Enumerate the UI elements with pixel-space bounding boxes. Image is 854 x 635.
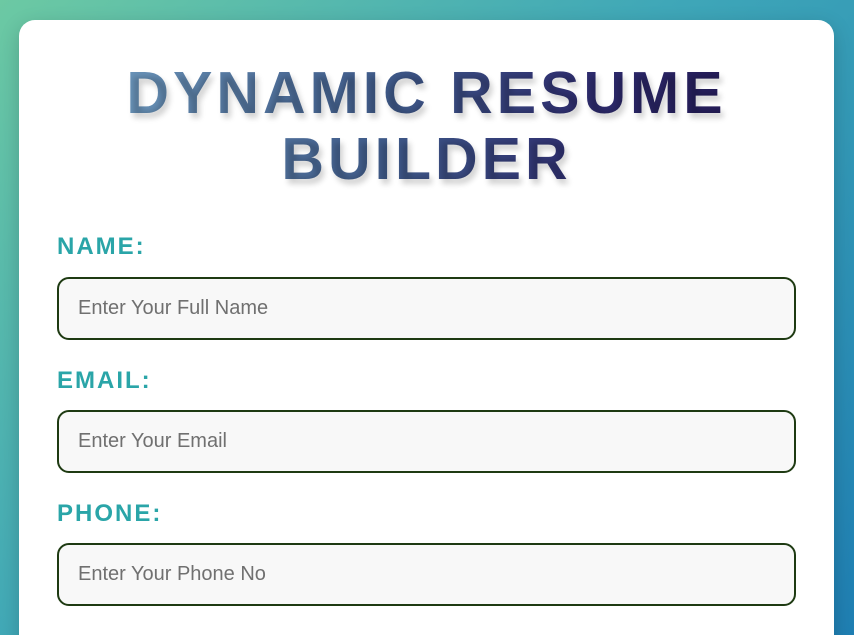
resume-form-card: DYNAMIC RESUME BUILDER NAME: EMAIL: PHON… xyxy=(19,20,834,635)
email-label: EMAIL: xyxy=(57,367,152,394)
phone-input[interactable] xyxy=(57,543,796,606)
name-input[interactable] xyxy=(57,277,796,340)
name-label: NAME: xyxy=(57,233,146,260)
email-input[interactable] xyxy=(57,410,796,473)
page-title: DYNAMIC RESUME BUILDER xyxy=(19,60,834,192)
phone-label: PHONE: xyxy=(57,500,163,527)
